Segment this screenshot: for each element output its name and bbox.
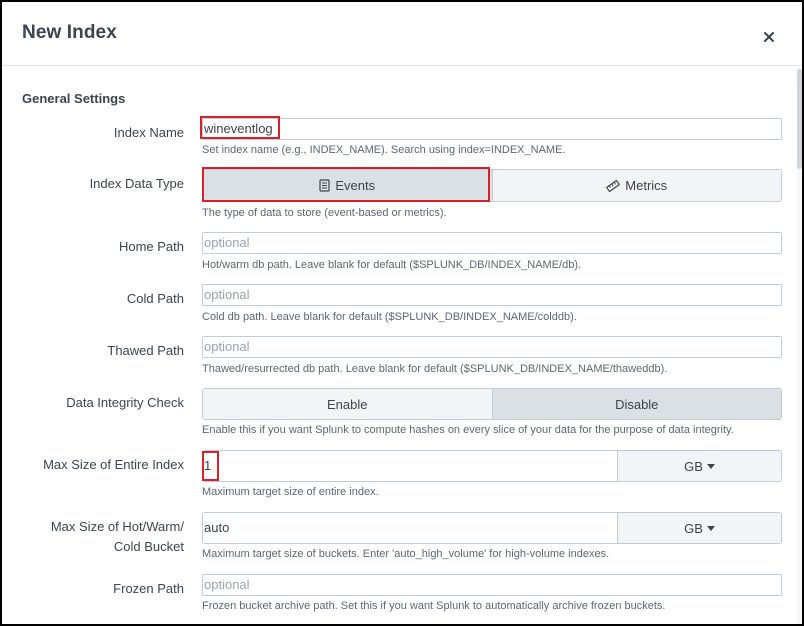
- cold-path-label: Cold Path: [126, 291, 184, 306]
- caret-down-icon: [706, 525, 715, 531]
- events-label: Events: [335, 178, 376, 193]
- max-bucket-unit: GB: [684, 520, 703, 536]
- close-icon: [764, 32, 774, 42]
- max-bucket-label-line1: Max Size of Hot/Warm/: [50, 519, 184, 534]
- max-size-input[interactable]: 1: [203, 451, 617, 481]
- dialog-header: New Index: [2, 2, 802, 66]
- frozen-path-help: Frozen bucket archive path. Set this if …: [202, 600, 666, 612]
- dialog-body: General Settings Index Name wineventlog …: [2, 67, 802, 624]
- events-option[interactable]: Events: [203, 170, 492, 201]
- home-path-help: Hot/warm db path. Leave blank for defaul…: [202, 259, 582, 271]
- max-bucket-unit-select[interactable]: GB: [617, 513, 781, 543]
- index-data-type-help: The type of data to store (event-based o…: [202, 207, 447, 219]
- close-button[interactable]: [758, 26, 780, 48]
- home-path-input[interactable]: optional: [202, 232, 782, 254]
- index-name-input[interactable]: wineventlog: [202, 118, 782, 140]
- index-data-type-toggle: Events Metrics: [202, 169, 782, 202]
- document-icon: [319, 179, 330, 192]
- max-size-unit-select[interactable]: GB: [617, 451, 781, 481]
- index-data-type-label: Index Data Type: [89, 176, 184, 191]
- max-bucket-control: auto GB: [202, 512, 782, 544]
- data-integrity-help: Enable this if you want Splunk to comput…: [202, 424, 734, 436]
- frozen-path-input[interactable]: optional: [202, 574, 782, 596]
- cold-path-help: Cold db path. Leave blank for default ($…: [202, 311, 577, 323]
- frozen-path-label: Frozen Path: [113, 581, 184, 596]
- frozen-path-placeholder: optional: [204, 577, 250, 592]
- scrollbar[interactable]: [797, 67, 802, 624]
- cold-path-input[interactable]: optional: [202, 284, 782, 306]
- home-path-label: Home Path: [118, 239, 184, 254]
- max-bucket-input[interactable]: auto: [203, 513, 617, 543]
- index-name-value: wineventlog: [204, 121, 273, 136]
- data-integrity-toggle: Enable Disable: [202, 388, 782, 420]
- max-bucket-label-line2: Cold Bucket: [113, 539, 184, 554]
- index-name-help: Set index name (e.g., INDEX_NAME). Searc…: [202, 144, 566, 156]
- ruler-icon: [606, 179, 621, 192]
- max-bucket-help: Maximum target size of buckets. Enter 'a…: [202, 548, 610, 560]
- scrollbar-thumb[interactable]: [797, 69, 802, 169]
- enable-label: Enable: [327, 396, 368, 412]
- new-index-dialog: New Index General Settings Index Name wi…: [0, 0, 804, 626]
- metrics-option[interactable]: Metrics: [491, 170, 781, 201]
- enable-option[interactable]: Enable: [203, 389, 492, 419]
- max-size-label: Max Size of Entire Index: [43, 457, 184, 472]
- thawed-path-input[interactable]: optional: [202, 336, 782, 358]
- thawed-path-help: Thawed/resurrected db path. Leave blank …: [202, 363, 668, 375]
- data-integrity-label: Data Integrity Check: [66, 395, 184, 410]
- thawed-path-label: Thawed Path: [107, 343, 184, 358]
- disable-label: Disable: [615, 396, 659, 412]
- disable-option[interactable]: Disable: [491, 389, 781, 419]
- home-path-placeholder: optional: [204, 235, 250, 250]
- section-title: General Settings: [22, 91, 126, 106]
- index-name-label: Index Name: [113, 125, 184, 140]
- max-size-unit: GB: [684, 458, 703, 474]
- cold-path-placeholder: optional: [204, 287, 250, 302]
- max-size-help: Maximum target size of entire index.: [202, 486, 379, 498]
- dialog-title: New Index: [22, 22, 117, 43]
- max-size-control: 1 GB: [202, 450, 782, 482]
- metrics-label: Metrics: [625, 178, 668, 193]
- thawed-path-placeholder: optional: [204, 339, 250, 354]
- caret-down-icon: [706, 463, 715, 469]
